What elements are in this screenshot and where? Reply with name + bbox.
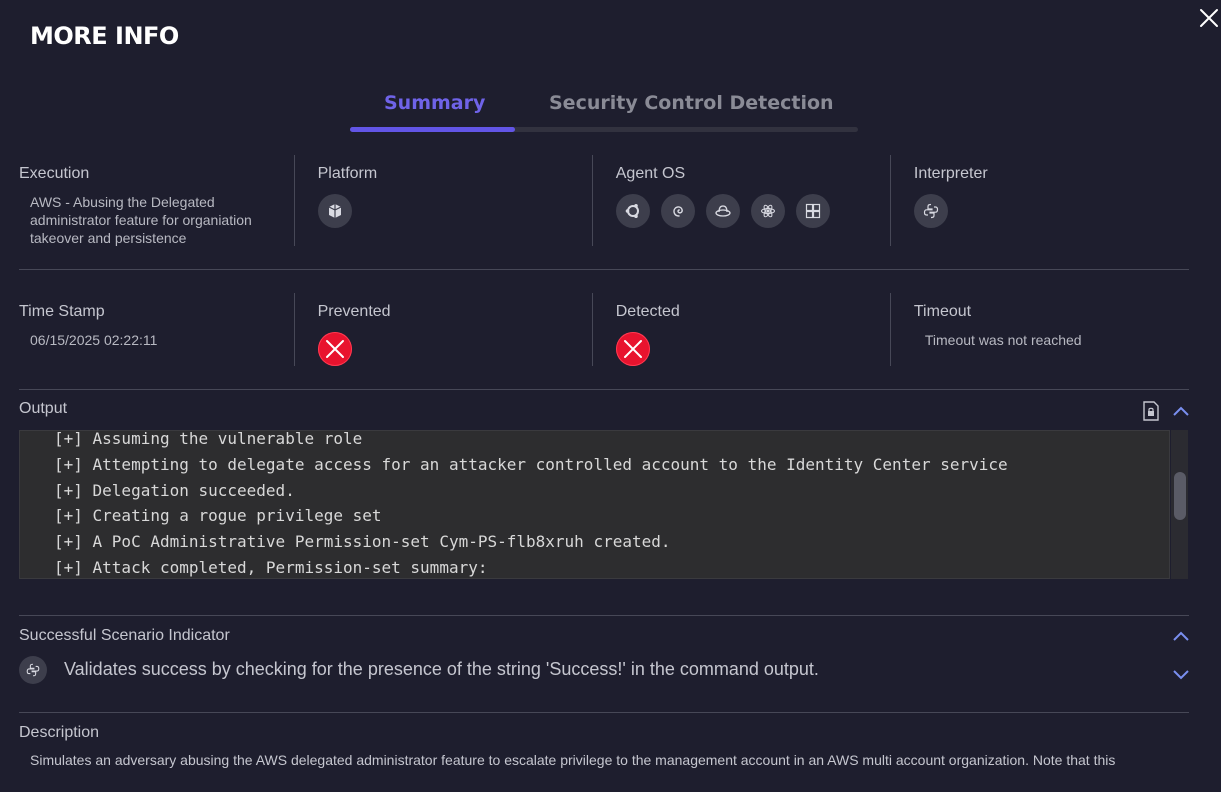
output-console[interactable]: [+] Assuming the vulnerable role [+] Att… [19, 430, 1170, 579]
execution-label: Execution [19, 165, 90, 182]
timeout-label: Timeout [913, 303, 972, 320]
timeout-value: Timeout was not reached [924, 332, 1082, 348]
output-line: [+] Attack completed, Permission-set sum… [54, 558, 488, 577]
ubuntu-icon [615, 194, 650, 228]
prevented-cell: Prevented [295, 293, 593, 366]
aws-cube-icon [317, 194, 352, 228]
execution-line: takeover and persistence [30, 230, 187, 246]
section-divider [19, 389, 1189, 390]
chevron-up-icon [1173, 406, 1189, 416]
timestamp-label: Time Stamp [19, 303, 105, 320]
description-label: Description [19, 724, 100, 741]
output-line: [+] A PoC Administrative Permission-set … [54, 532, 671, 551]
indicator-collapse-button[interactable] [1172, 629, 1190, 643]
detected-label: Detected [615, 303, 680, 320]
chevron-down-icon [1173, 670, 1189, 680]
tab-summary[interactable]: Summary [384, 92, 485, 114]
execution-line: administrator feature for organiation [30, 212, 252, 228]
python-icon [913, 194, 948, 228]
prevented-status-badge [317, 332, 352, 366]
redhat-icon [705, 194, 740, 228]
detected-cell: Detected [593, 293, 891, 366]
output-label: Output [19, 400, 68, 417]
x-icon [623, 340, 642, 358]
indicator-text: Validates success by checking for the pr… [64, 659, 819, 679]
section-divider [19, 269, 1189, 270]
detected-status-badge [615, 332, 650, 366]
output-line: [+] Assuming the vulnerable role [54, 430, 363, 448]
python-icon [19, 656, 47, 684]
timestamp-value: 06/15/2025 02:22:11 [30, 332, 158, 348]
timestamp-cell: Time Stamp 06/15/2025 02:22:11 [19, 293, 295, 366]
execution-value: AWS - Abusing the Delegated administrato… [19, 193, 294, 247]
tab-active-indicator [350, 127, 515, 132]
close-button[interactable] [1199, 8, 1221, 30]
section-divider [19, 712, 1189, 713]
prevented-label: Prevented [317, 303, 391, 320]
description-text: Simulates an adversary abusing the AWS d… [30, 752, 1116, 768]
indicator-label: Successful Scenario Indicator [19, 627, 230, 644]
modal-title: MORE INFO [30, 22, 179, 50]
scrollbar-thumb[interactable] [1174, 472, 1186, 520]
section-divider [19, 615, 1189, 616]
macos-icon [750, 194, 785, 228]
debian-icon [660, 194, 695, 228]
output-line: [+] Creating a rogue privilege set [54, 506, 382, 525]
timeout-cell: Timeout Timeout was not reached [891, 293, 1189, 366]
platform-label: Platform [317, 165, 378, 182]
interpreter-label: Interpreter [913, 165, 988, 182]
chevron-up-icon [1173, 631, 1189, 641]
execution-cell: Execution AWS - Abusing the Delegated ad… [19, 155, 295, 246]
interpreter-cell: Interpreter [891, 155, 1189, 246]
tab-security-control-detection[interactable]: Security Control Detection [549, 92, 834, 114]
output-scrollbar[interactable] [1171, 430, 1188, 579]
info-row-results: Time Stamp 06/15/2025 02:22:11 Prevented… [19, 293, 1189, 366]
platform-cell: Platform [295, 155, 593, 246]
info-row-execution: Execution AWS - Abusing the Delegated ad… [19, 155, 1189, 246]
output-line: [+] Delegation succeeded. [54, 481, 295, 500]
x-icon [325, 340, 344, 358]
execution-line: AWS - Abusing the Delegated [30, 194, 215, 210]
close-icon [1200, 9, 1218, 27]
tab-bar: Summary Security Control Detection [350, 92, 858, 132]
copy-output-button[interactable] [1142, 401, 1160, 421]
agent-os-cell: Agent OS [593, 155, 891, 246]
output-line: [+] Attempting to delegate access for an… [54, 455, 1008, 474]
agent-os-label: Agent OS [615, 165, 686, 182]
windows-icon [795, 194, 830, 228]
output-collapse-button[interactable] [1172, 404, 1190, 418]
indicator-expand-button[interactable] [1172, 668, 1190, 682]
document-lock-icon [1143, 401, 1159, 421]
